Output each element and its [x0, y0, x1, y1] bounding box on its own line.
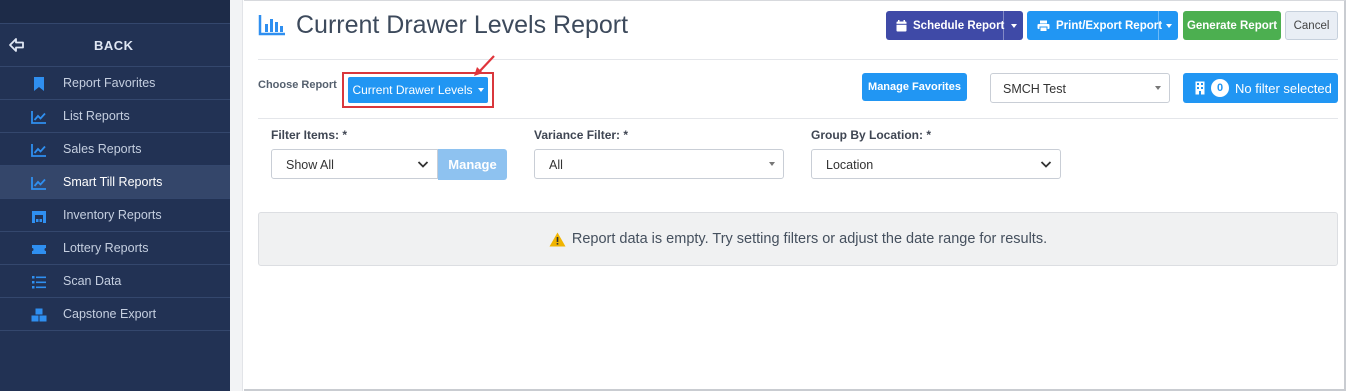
empty-report-panel: Report data is empty. Try setting filter…: [258, 212, 1338, 266]
sidebar-item-sales-reports[interactable]: Sales Reports: [0, 133, 230, 166]
cancel-button[interactable]: Cancel: [1285, 11, 1338, 40]
print-export-dropdown-toggle[interactable]: [1158, 11, 1178, 40]
schedule-report-button[interactable]: Schedule Report: [886, 11, 1023, 40]
content-gutter: [230, 0, 243, 391]
filter-count-badge: 0: [1211, 79, 1229, 97]
group-by-location-value: Location: [826, 158, 874, 172]
line-chart-icon: [31, 144, 46, 157]
variance-filter-value: All: [549, 158, 563, 172]
sidebar-item-report-favorites[interactable]: Report Favorites: [0, 67, 230, 100]
sidebar-item-label: Inventory Reports: [63, 208, 162, 222]
filter-items-value: Show All: [286, 158, 334, 172]
sidebar-item-capstone-export[interactable]: Capstone Export: [0, 298, 230, 331]
filter-items-label: Filter Items: *: [271, 128, 348, 142]
sidebar-item-list-reports[interactable]: List Reports: [0, 100, 230, 133]
group-by-location-select[interactable]: Location: [811, 149, 1061, 179]
list-icon: [32, 276, 46, 289]
caret-down-icon: [477, 88, 484, 92]
caret-down-icon: [1155, 86, 1161, 90]
sidebar: BACK Report Favorites List Reports Sales…: [0, 0, 230, 391]
bookmark-icon: [34, 77, 44, 91]
print-export-main[interactable]: Print/Export Report: [1027, 11, 1162, 40]
sidebar-top-strip: [0, 0, 230, 24]
variance-filter-select[interactable]: All: [534, 149, 784, 179]
group-by-location-label: Group By Location: *: [811, 128, 931, 142]
sidebar-item-smart-till-reports[interactable]: Smart Till Reports: [0, 166, 230, 199]
sidebar-item-label: Report Favorites: [63, 76, 156, 90]
caret-down-icon: [1010, 23, 1017, 28]
manage-button[interactable]: Manage: [438, 149, 507, 180]
filter-button[interactable]: 0 No filter selected: [1183, 73, 1338, 103]
store-select[interactable]: SMCH Test: [990, 73, 1170, 103]
sidebar-item-label: Smart Till Reports: [63, 175, 163, 189]
chevron-down-icon: [417, 161, 429, 168]
store-select-value: SMCH Test: [1003, 82, 1066, 96]
choose-report-dropdown[interactable]: Current Drawer Levels: [348, 77, 488, 103]
manage-favorites-button[interactable]: Manage Favorites: [862, 73, 967, 101]
empty-report-message: Report data is empty. Try setting filter…: [259, 231, 1337, 247]
line-chart-icon: [31, 111, 46, 124]
filter-items-select[interactable]: Show All: [271, 149, 438, 179]
caret-down-icon: [1165, 23, 1172, 28]
schedule-report-dropdown-toggle[interactable]: [1003, 11, 1023, 40]
bar-chart-icon: [258, 15, 285, 36]
warning-icon: [549, 232, 566, 246]
boxes-icon: [31, 308, 47, 322]
toolbar-divider: [258, 118, 1338, 119]
schedule-report-main[interactable]: Schedule Report: [886, 11, 1004, 40]
sidebar-item-inventory-reports[interactable]: Inventory Reports: [0, 199, 230, 232]
sidebar-item-scan-data[interactable]: Scan Data: [0, 265, 230, 298]
chevron-down-icon: [1040, 161, 1052, 168]
sidebar-item-lottery-reports[interactable]: Lottery Reports: [0, 232, 230, 265]
print-export-button[interactable]: Print/Export Report: [1027, 11, 1178, 40]
schedule-report-label: Schedule Report: [913, 19, 1005, 32]
line-chart-icon: [31, 177, 46, 190]
caret-down-icon: [769, 162, 775, 166]
generate-report-button[interactable]: Generate Report: [1183, 11, 1281, 40]
sidebar-item-label: Capstone Export: [63, 307, 157, 321]
print-export-label: Print/Export Report: [1056, 19, 1163, 32]
back-label: BACK: [94, 38, 134, 53]
printer-icon: [1037, 20, 1050, 32]
ticket-icon: [32, 245, 46, 254]
back-button[interactable]: BACK: [0, 25, 230, 67]
header-divider: [258, 59, 1338, 60]
calendar-icon: [896, 19, 907, 31]
filter-label: No filter selected: [1235, 80, 1332, 96]
app-root: BACK Report Favorites List Reports Sales…: [0, 0, 1346, 391]
sidebar-item-label: Scan Data: [63, 274, 122, 288]
warehouse-icon: [32, 211, 46, 223]
building-icon: [1195, 81, 1205, 95]
arrow-left-icon: [9, 38, 24, 52]
annotation-arrow-icon: [474, 55, 495, 76]
choose-report-value: Current Drawer Levels: [352, 83, 473, 97]
choose-report-label: Choose Report: [258, 79, 337, 91]
sidebar-item-label: List Reports: [63, 109, 130, 123]
page-title: Current Drawer Levels Report: [296, 11, 629, 39]
variance-filter-label: Variance Filter: *: [534, 128, 629, 142]
sidebar-item-label: Sales Reports: [63, 142, 142, 156]
sidebar-item-label: Lottery Reports: [63, 241, 149, 255]
empty-report-text: Report data is empty. Try setting filter…: [571, 231, 1048, 247]
